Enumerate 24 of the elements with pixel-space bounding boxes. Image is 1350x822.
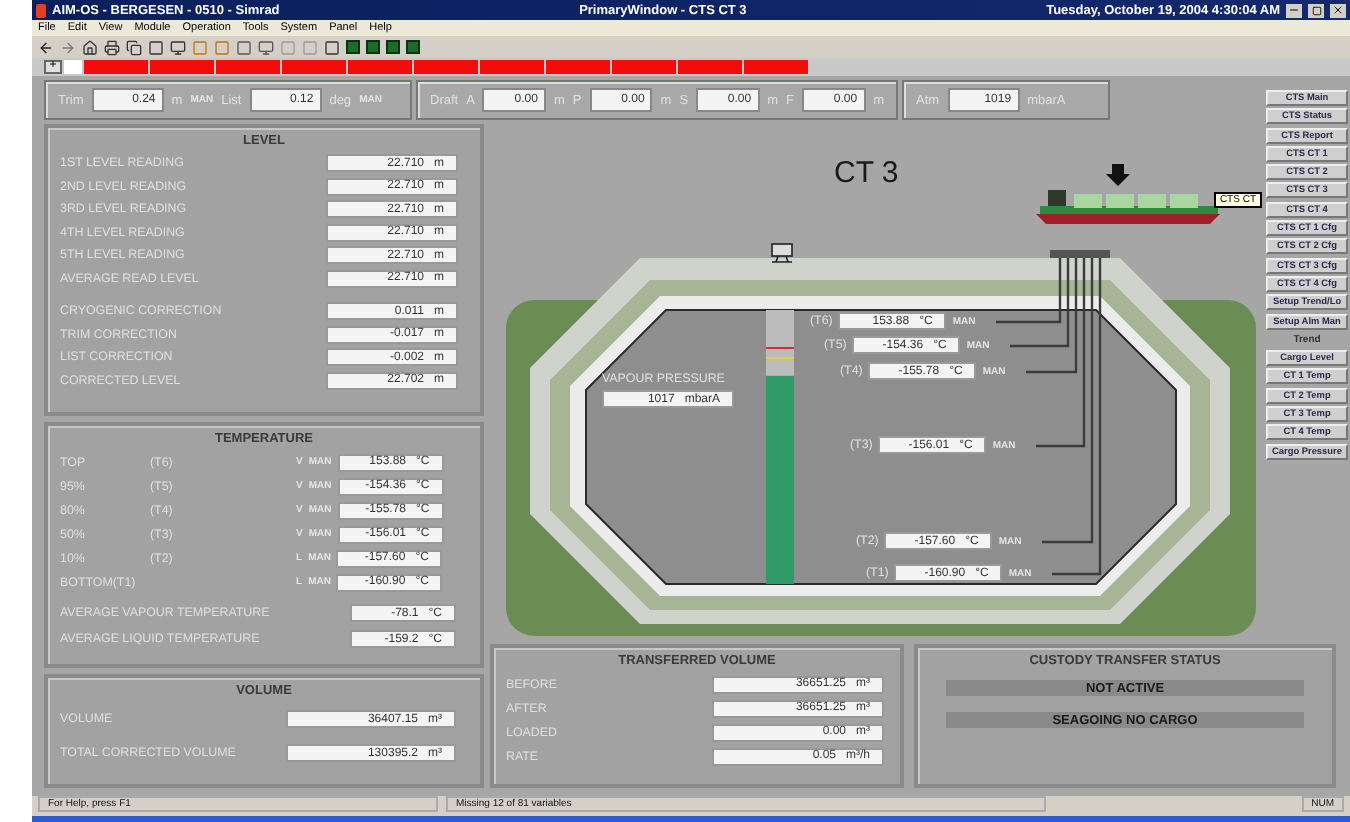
square-icon[interactable] (386, 40, 400, 54)
copy-icon[interactable] (126, 39, 142, 55)
square-icon[interactable] (346, 40, 360, 54)
square-icon[interactable] (148, 39, 164, 55)
square-icon[interactable] (192, 39, 208, 55)
maximize-icon[interactable] (1308, 3, 1325, 17)
square-icon[interactable] (236, 39, 252, 55)
monitor-icon[interactable] (258, 39, 274, 55)
app-icon (36, 3, 46, 17)
cable-flange (1050, 250, 1110, 258)
close-icon[interactable] (1330, 3, 1347, 17)
square-icon[interactable] (214, 39, 230, 55)
monitor-icon (771, 243, 793, 263)
alarm-cell (64, 60, 82, 74)
minimize-icon[interactable] (1286, 3, 1303, 17)
tank-title: CT 3 (834, 156, 899, 190)
monitor-icon[interactable] (170, 39, 186, 55)
printer-icon[interactable] (104, 39, 120, 55)
square-icon[interactable] (324, 39, 340, 55)
square-icon[interactable] (366, 40, 380, 54)
home-icon[interactable] (82, 39, 98, 55)
arrow-right-icon[interactable] (60, 39, 76, 55)
square-icon[interactable] (406, 40, 420, 54)
arrow-left-icon[interactable] (38, 39, 54, 55)
